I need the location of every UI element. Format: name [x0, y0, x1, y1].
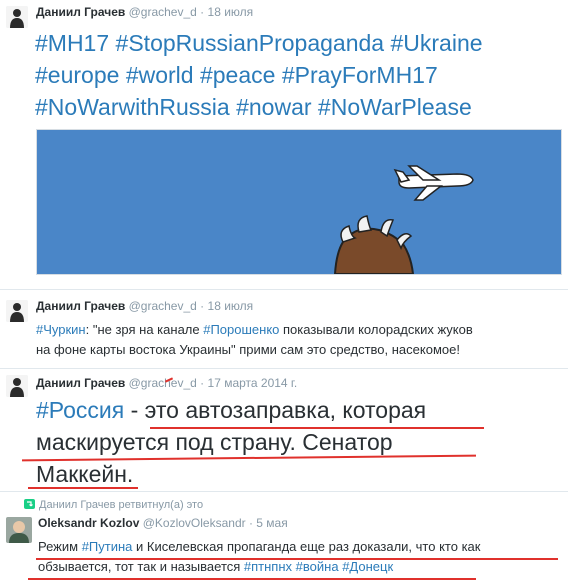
avatar[interactable] — [6, 375, 28, 397]
retweet-context[interactable]: Даниил Грачев ретвитнул(а) это — [24, 499, 203, 511]
retweet-label: Даниил Грачев ретвитнул(а) это — [39, 499, 204, 511]
author-name[interactable]: Oleksandr Kozlov — [38, 516, 139, 530]
author-handle[interactable]: @grachev_d — [129, 376, 197, 390]
hashtag-link[interactable]: #world — [126, 62, 194, 88]
tweet-date[interactable]: 18 июля — [208, 5, 254, 19]
retweet-icon — [24, 499, 35, 509]
tweet-text-segment: показывали колорадских жуков — [279, 322, 473, 337]
hashtag-link[interactable]: #PrayForMH17 — [282, 62, 438, 88]
tweet-text: #Чуркин: "не зря на канале #Порошенко по… — [36, 320, 473, 360]
separator-dot: · — [200, 376, 205, 390]
tweet-text: #MH17 #StopRussianPropaganda #Ukraine #e… — [35, 27, 483, 123]
tweet-4: Даниил Грачев ретвитнул(а) это Oleksandr… — [0, 492, 568, 584]
hashtag-link[interactable]: #NoWarwithRussia — [35, 94, 230, 120]
hashtag-link[interactable]: #Россия — [36, 397, 124, 423]
tweet-date[interactable]: 5 мая — [256, 516, 287, 530]
red-underline — [36, 558, 558, 560]
tweet-text-segment: и Киселевская пропаганда еще раз доказал… — [132, 539, 481, 554]
hashtag-link[interactable]: #Чуркин — [36, 322, 86, 337]
separator-dot: · — [248, 516, 253, 530]
avatar-image — [6, 375, 28, 397]
tweet-text: Режим #Путина и Киселевская пропаганда е… — [38, 537, 480, 577]
tweet-1: Даниил Грачев @grachev_d · 18 июля #MH17… — [0, 0, 568, 290]
avatar-image — [6, 6, 28, 28]
tweet-2: Даниил Грачев @grachev_d · 18 июля #Чурк… — [0, 290, 568, 368]
tweet-header: Даниил Грачев @grachev_d · 18 июля — [36, 5, 253, 19]
tweet-header: Даниил Грачев @grachev_d · 18 июля — [36, 299, 253, 313]
avatar[interactable] — [6, 300, 28, 322]
red-underline — [150, 427, 484, 429]
tweet-text-segment: Режим — [38, 539, 82, 554]
hashtag-link[interactable]: #Путина — [82, 539, 133, 554]
red-underline — [28, 578, 476, 580]
tweet-media-image[interactable] — [36, 129, 562, 275]
avatar-image — [6, 300, 28, 322]
hashtag-link[interactable]: #Донецк — [342, 559, 393, 574]
hashtag-link[interactable]: #europe — [35, 62, 119, 88]
hashtag-link[interactable]: #nowar — [236, 94, 311, 120]
tweet-date[interactable]: 18 июля — [208, 299, 254, 313]
tweet-text-segment: Маккейн. — [36, 461, 134, 487]
tweet-text: #Россия - это автозаправка, которая маск… — [36, 394, 426, 490]
tweet-text-segment: маскируется под страну. Сенатор — [36, 429, 393, 455]
author-name[interactable]: Даниил Грачев — [36, 376, 125, 390]
avatar[interactable] — [6, 6, 28, 28]
tweet-text-segment: : "не зря на канале — [85, 322, 204, 337]
hashtag-link[interactable]: #NoWarPlease — [318, 94, 472, 120]
hashtag-link[interactable]: #Ukraine — [390, 30, 482, 56]
red-underline — [28, 487, 138, 489]
author-handle[interactable]: @grachev_d — [129, 5, 197, 19]
tweet-text-segment: на фоне карты востока Украины" прими сам… — [36, 342, 460, 357]
tweet-header: Даниил Грачев @grachev_d · 17 марта 2014… — [36, 376, 297, 390]
author-name[interactable]: Даниил Грачев — [36, 299, 125, 313]
tweet-header: Oleksandr Kozlov @KozlovOleksandr · 5 ма… — [38, 516, 288, 530]
avatar[interactable] — [6, 517, 32, 543]
hashtag-link[interactable]: #StopRussianPropaganda — [116, 30, 385, 56]
hashtag-link[interactable]: #Порошенко — [203, 322, 279, 337]
hashtag-link[interactable]: #война — [296, 559, 339, 574]
author-handle[interactable]: @grachev_d — [129, 299, 197, 313]
avatar-image — [6, 517, 32, 543]
hashtag-link[interactable]: #птнпнх — [244, 559, 292, 574]
separator-dot: · — [200, 5, 205, 19]
author-handle[interactable]: @KozlovOleksandr — [143, 516, 246, 530]
hashtag-link[interactable]: #peace — [200, 62, 275, 88]
tweet-text-segment: обзывается, тот так и называется — [38, 559, 244, 574]
tweet-text-segment: - это автозаправка, которая — [124, 397, 427, 423]
tweet-date[interactable]: 17 марта 2014 г. — [208, 376, 298, 390]
author-name[interactable]: Даниил Грачев — [36, 5, 125, 19]
hashtag-link[interactable]: #MH17 — [35, 30, 109, 56]
separator-dot: · — [200, 299, 205, 313]
cartoon-illustration — [37, 130, 561, 274]
tweet-3: Даниил Грачев @grachev_d · 17 марта 2014… — [0, 369, 568, 491]
